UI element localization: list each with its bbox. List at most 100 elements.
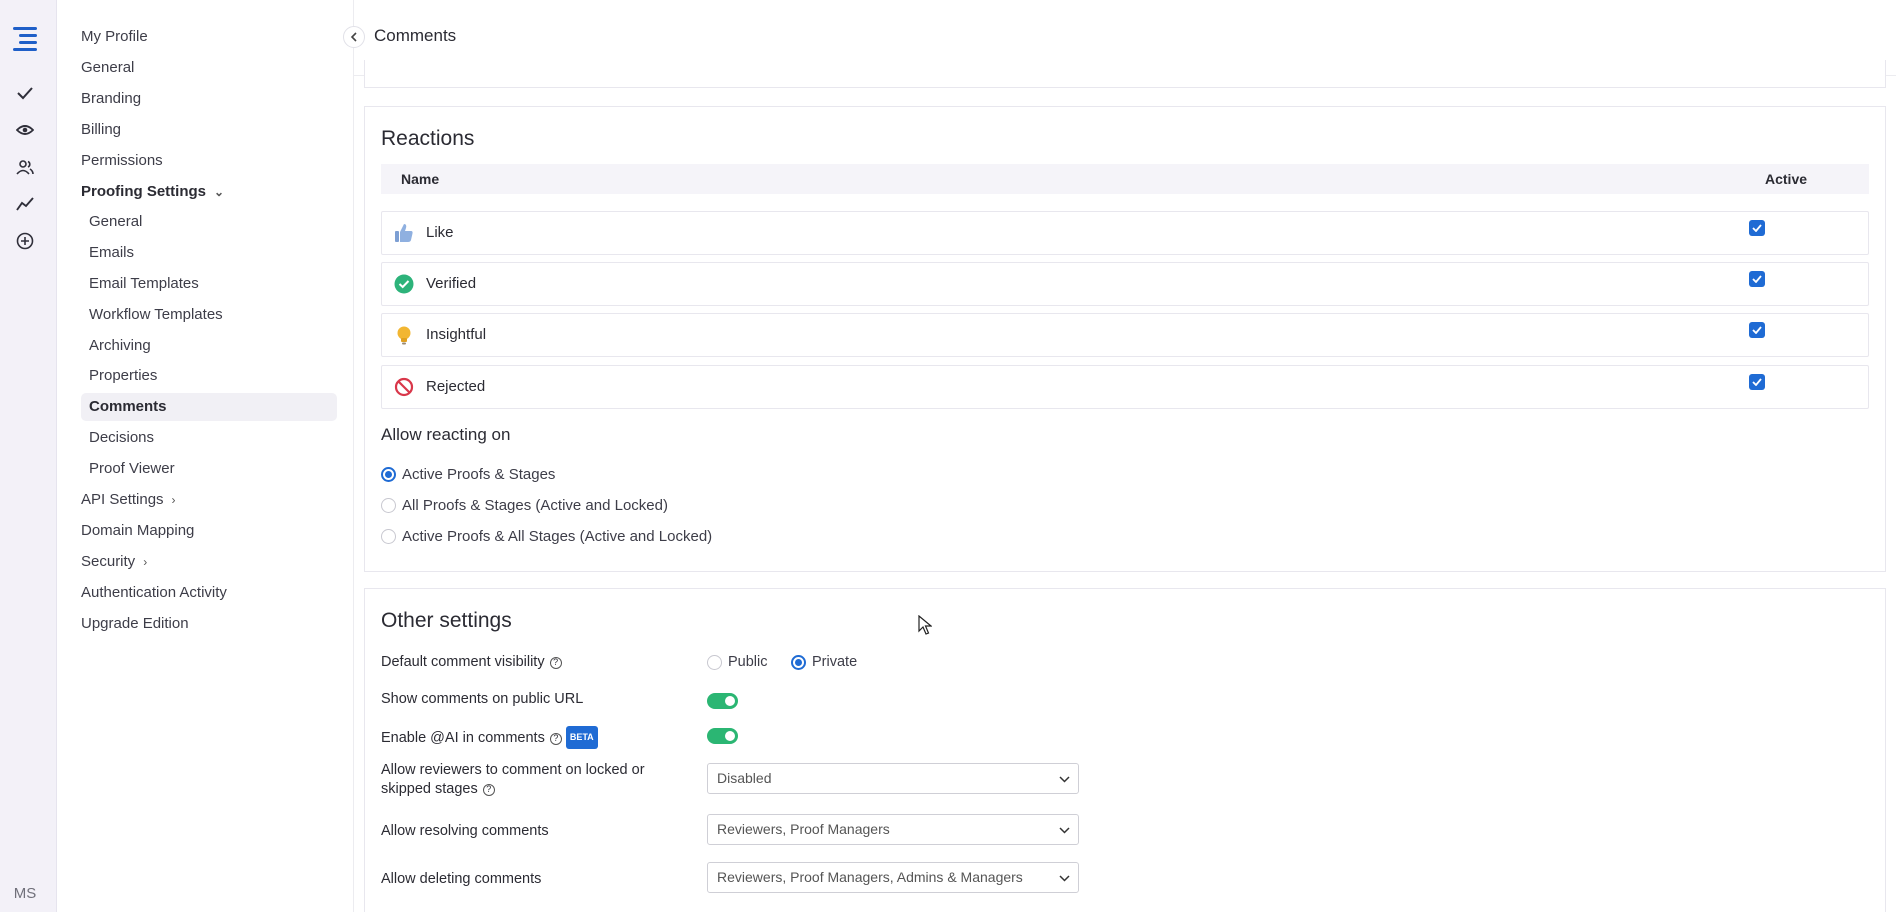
sidebar-item-label: Security xyxy=(81,553,136,570)
visibility-public-option[interactable]: Public xyxy=(707,651,768,673)
chevron-down-icon xyxy=(1059,764,1070,793)
setting-label-text: Default comment visibility xyxy=(381,654,545,670)
chevron-right-icon: › xyxy=(143,555,148,569)
sidebar-item-api-settings[interactable]: API Settings › xyxy=(81,486,176,514)
radio-label: Active Proofs & All Stages (Active and L… xyxy=(402,527,713,545)
sidebar-item-label: API Settings xyxy=(81,491,164,508)
radio-button[interactable] xyxy=(381,528,396,544)
table-row: Verified xyxy=(381,262,1869,306)
eye-icon[interactable] xyxy=(13,118,37,142)
setting-label-line: skipped stages xyxy=(381,781,478,797)
chevron-down-icon xyxy=(1059,815,1070,844)
sidebar-subitem-general[interactable]: General xyxy=(89,208,142,236)
active-checkbox[interactable] xyxy=(1749,374,1765,390)
delete-comments-label: Allow deleting comments xyxy=(381,871,542,887)
collapse-sidebar-button[interactable] xyxy=(343,26,365,48)
sidebar-subitem-decisions[interactable]: Decisions xyxy=(89,424,154,452)
visibility-setting-label: Default comment visibility? xyxy=(381,653,562,672)
show-public-url-label: Show comments on public URL xyxy=(381,691,584,707)
show-public-url-toggle[interactable] xyxy=(707,693,738,709)
sidebar-subitem-emails[interactable]: Emails xyxy=(89,239,134,267)
sidebar-item-billing[interactable]: Billing xyxy=(81,116,121,144)
app-rail: MS xyxy=(0,0,57,912)
sidebar-subitem-workflow-templates[interactable]: Workflow Templates xyxy=(89,301,223,329)
reaction-label: Rejected xyxy=(426,378,486,395)
sidebar-subitem-comments[interactable]: Comments xyxy=(81,393,337,421)
lightbulb-icon xyxy=(397,326,411,345)
beta-badge: BETA xyxy=(565,726,598,749)
locked-stages-label: Allow reviewers to comment on locked or … xyxy=(381,761,645,799)
sidebar-item-proofing-settings[interactable]: Proofing Settings ⌄ xyxy=(81,178,224,206)
table-row: Like xyxy=(381,211,1869,255)
delete-comments-select[interactable]: Reviewers, Proof Managers, Admins & Mana… xyxy=(707,862,1079,893)
checkmark-icon xyxy=(1752,224,1762,232)
user-avatar[interactable]: MS xyxy=(9,882,41,906)
thumbs-up-icon xyxy=(395,224,413,242)
other-settings-card: Other settings Default comment visibilit… xyxy=(364,588,1886,912)
sidebar-item-permissions[interactable]: Permissions xyxy=(81,147,163,175)
radio-option-active-proofs[interactable]: Active Proofs & Stages xyxy=(381,463,555,485)
checkmark-icon xyxy=(1752,378,1762,386)
sidebar-item-upgrade-edition[interactable]: Upgrade Edition xyxy=(81,610,189,638)
sidebar-item-security[interactable]: Security › xyxy=(81,548,147,576)
help-icon[interactable]: ? xyxy=(549,656,562,669)
reaction-label: Insightful xyxy=(426,326,487,343)
column-active-header: Active xyxy=(1765,171,1808,187)
select-value: Reviewers, Proof Managers, Admins & Mana… xyxy=(717,869,1023,885)
chevron-down-icon xyxy=(1059,863,1070,892)
resolve-comments-select[interactable]: Reviewers, Proof Managers xyxy=(707,814,1079,845)
radio-button[interactable] xyxy=(707,654,722,670)
reactions-title: Reactions xyxy=(381,127,475,150)
add-circle-icon[interactable] xyxy=(13,229,37,253)
radio-label: Active Proofs & Stages xyxy=(402,465,556,483)
help-icon[interactable]: ? xyxy=(549,732,562,745)
settings-sidebar: My Profile General Branding Billing Perm… xyxy=(58,0,354,912)
check-circle-icon xyxy=(394,274,414,294)
help-icon[interactable]: ? xyxy=(482,783,495,796)
reaction-label: Verified xyxy=(426,275,477,292)
sidebar-item-branding[interactable]: Branding xyxy=(81,85,141,113)
check-icon[interactable] xyxy=(13,81,37,105)
select-value: Disabled xyxy=(717,770,772,786)
chevron-left-icon xyxy=(350,32,357,42)
table-row: Insightful xyxy=(381,313,1869,357)
users-icon[interactable] xyxy=(13,155,37,179)
sidebar-subitem-archiving[interactable]: Archiving xyxy=(89,332,151,360)
sidebar-item-domain-mapping[interactable]: Domain Mapping xyxy=(81,517,194,545)
radio-button[interactable] xyxy=(381,466,396,482)
locked-stages-select[interactable]: Disabled xyxy=(707,763,1079,794)
sidebar-item-authentication-activity[interactable]: Authentication Activity xyxy=(81,579,227,607)
setting-label-text: Enable @AI in comments xyxy=(381,730,545,746)
select-value: Reviewers, Proof Managers xyxy=(717,821,890,837)
column-name-header: Name xyxy=(401,171,440,187)
sidebar-subitem-proof-viewer[interactable]: Proof Viewer xyxy=(89,455,175,483)
chevron-down-icon: ⌄ xyxy=(214,185,225,199)
radio-button[interactable] xyxy=(381,497,396,513)
no-entry-icon xyxy=(394,377,414,397)
table-row: Rejected xyxy=(381,365,1869,409)
reaction-label: Like xyxy=(426,224,454,241)
radio-label: All Proofs & Stages (Active and Locked) xyxy=(402,496,668,514)
checkmark-icon xyxy=(1752,275,1762,283)
sidebar-item-my-profile[interactable]: My Profile xyxy=(81,23,148,51)
visibility-private-option[interactable]: Private xyxy=(791,651,857,673)
radio-button[interactable] xyxy=(791,654,806,670)
activity-chart-icon[interactable] xyxy=(13,192,37,216)
radio-option-active-proofs-all-stages[interactable]: Active Proofs & All Stages (Active and L… xyxy=(381,525,712,547)
active-checkbox[interactable] xyxy=(1749,322,1765,338)
active-checkbox[interactable] xyxy=(1749,271,1765,287)
radio-label: Private xyxy=(812,654,858,670)
enable-ai-label: Enable @AI in comments? BETA xyxy=(381,726,598,749)
sidebar-item-general[interactable]: General xyxy=(81,54,134,82)
menu-logo-icon[interactable] xyxy=(13,26,37,51)
chevron-right-icon: › xyxy=(171,493,176,507)
active-checkbox[interactable] xyxy=(1749,220,1765,236)
mouse-cursor-icon xyxy=(918,615,932,635)
resolve-comments-label: Allow resolving comments xyxy=(381,823,549,839)
sidebar-subitem-properties[interactable]: Properties xyxy=(89,362,157,390)
radio-option-all-proofs[interactable]: All Proofs & Stages (Active and Locked) xyxy=(381,494,668,516)
sidebar-subitem-email-templates[interactable]: Email Templates xyxy=(89,270,199,298)
enable-ai-toggle[interactable] xyxy=(707,728,738,744)
sidebar-item-label: Proofing Settings xyxy=(81,183,206,200)
other-settings-title: Other settings xyxy=(381,609,512,632)
